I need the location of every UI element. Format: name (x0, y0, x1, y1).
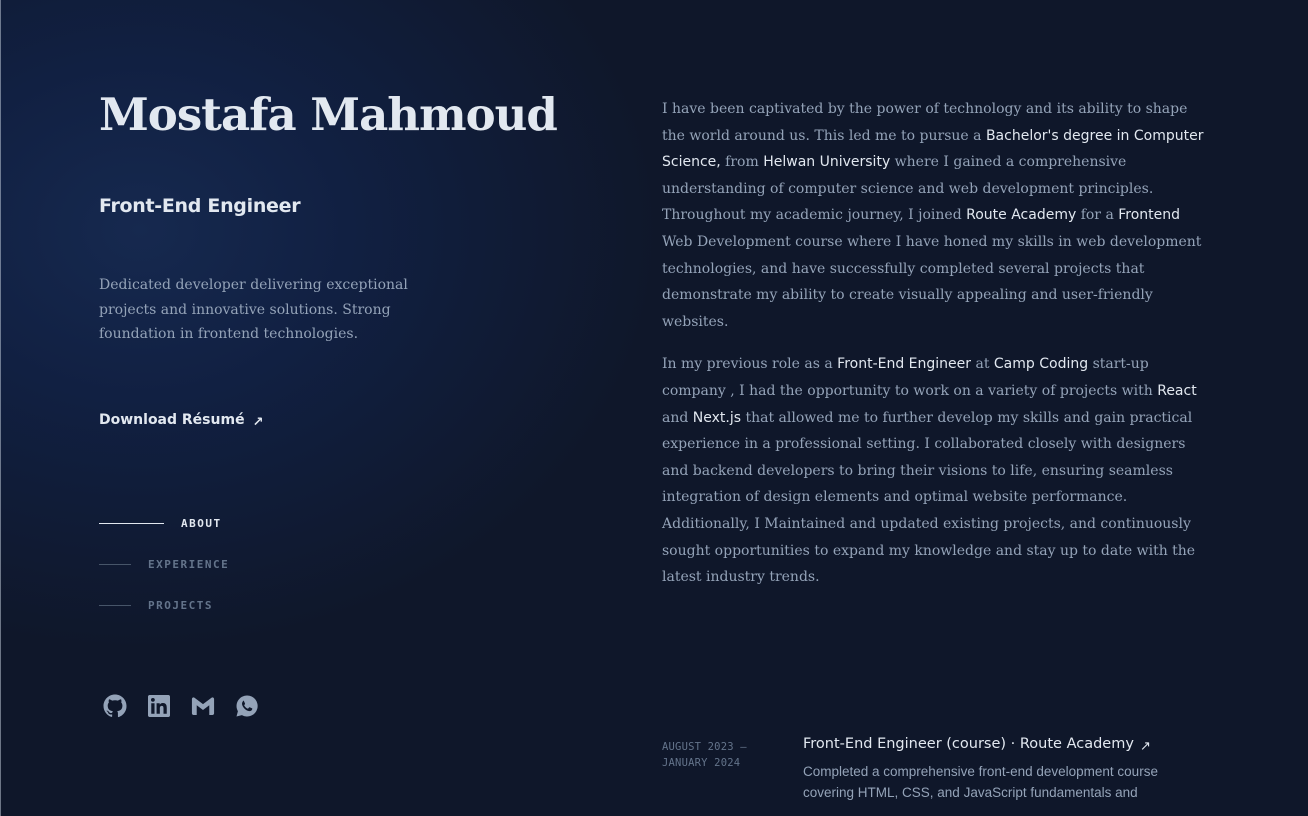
section-nav: ABOUT EXPERIENCE PROJECTS (99, 512, 229, 635)
window-edge (0, 0, 1, 816)
linkedin-icon[interactable] (147, 694, 171, 718)
gmail-icon[interactable] (191, 694, 215, 718)
nav-item-label: ABOUT (181, 516, 222, 530)
highlight-text: Frontend (1118, 207, 1181, 224)
nav-item-about[interactable]: ABOUT (99, 512, 229, 534)
highlight-text: Camp Coding (993, 356, 1089, 373)
highlight-text: Front-End Engineer (837, 356, 972, 373)
nav-indicator-line (99, 604, 131, 606)
nav-indicator-line (99, 522, 164, 524)
experience-description: Completed a comprehensive front-end deve… (803, 764, 1158, 800)
body-text: that allowed me to further develop my sk… (662, 409, 1196, 586)
nav-item-projects[interactable]: PROJECTS (99, 594, 229, 616)
highlight-text: React (1157, 382, 1197, 399)
about-paragraph-1: I have been captivated by the power of t… (662, 96, 1210, 335)
nav-item-label: EXPERIENCE (148, 557, 230, 571)
body-text: at (971, 356, 994, 373)
highlight-text: Route Academy (966, 207, 1077, 224)
github-icon[interactable] (103, 694, 127, 718)
body-text: from (720, 154, 764, 171)
nav-indicator-line (99, 563, 131, 565)
experience-title-link[interactable]: Front-End Engineer (course) · Route Acad… (803, 736, 1203, 754)
body-text: and (662, 409, 693, 426)
about-paragraph-2: In my previous role as a Front-End Engin… (662, 351, 1210, 590)
download-resume-label: Download Résumé (99, 412, 245, 428)
whatsapp-icon[interactable] (235, 694, 259, 718)
body-text: In my previous role as a (662, 356, 838, 373)
page-title: Mostafa Mahmoud (99, 88, 558, 141)
nav-item-experience[interactable]: EXPERIENCE (99, 553, 229, 575)
social-links (103, 694, 259, 718)
nav-item-label: PROJECTS (148, 598, 213, 612)
experience-date-start: AUGUST 2023 — (662, 741, 747, 753)
download-resume-link[interactable]: Download Résumé ↗ (99, 412, 264, 430)
experience-date-end: JANUARY 2024 (662, 757, 741, 769)
experience-item: AUGUST 2023 — JANUARY 2024 Front-End Eng… (662, 736, 1222, 803)
arrow-up-right-icon: ↗ (1139, 738, 1151, 754)
about-section: I have been captivated by the power of t… (662, 96, 1210, 607)
job-title: Front-End Engineer (99, 195, 301, 217)
highlight-text: Helwan University (763, 154, 891, 171)
experience-title: Front-End Engineer (course) · Route Acad… (803, 736, 1134, 752)
arrow-up-right-icon: ↗ (252, 414, 264, 430)
body-text: for a (1076, 207, 1119, 224)
tagline: Dedicated developer delivering exception… (99, 277, 408, 342)
experience-body: Front-End Engineer (course) · Route Acad… (803, 736, 1203, 803)
highlight-text: Next.js (692, 409, 742, 426)
experience-date: AUGUST 2023 — JANUARY 2024 (662, 736, 803, 803)
body-text: Web Development course where I have hone… (662, 233, 1202, 330)
